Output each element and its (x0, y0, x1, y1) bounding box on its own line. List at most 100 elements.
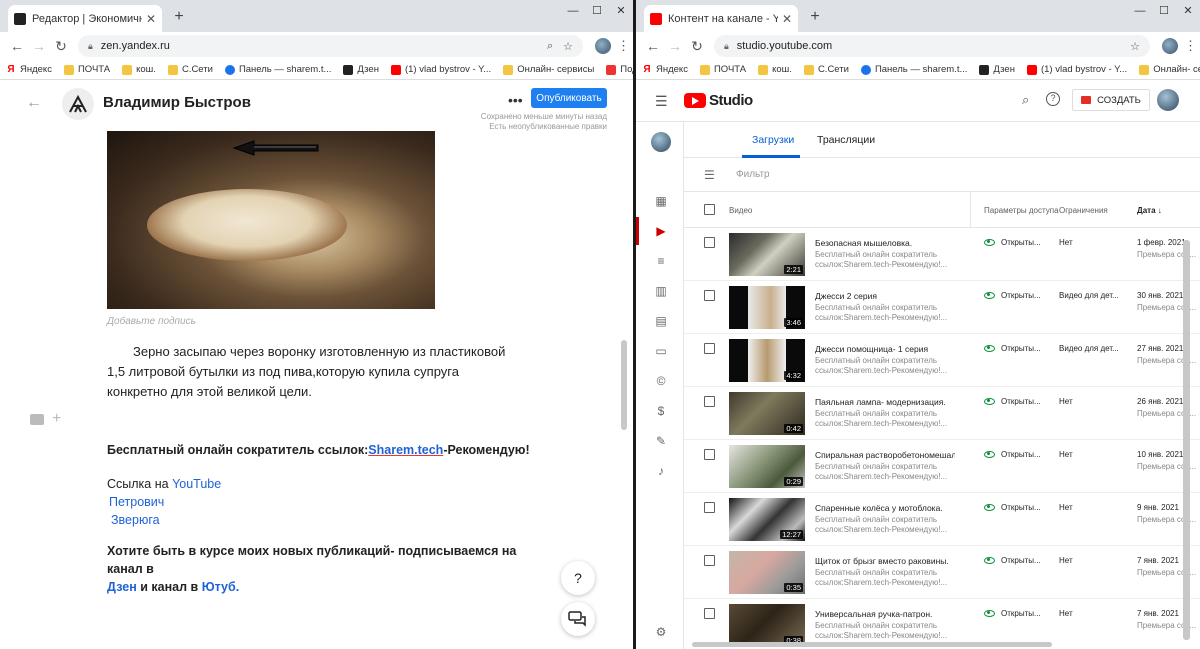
video-thumbnail[interactable]: 4:32 (729, 339, 805, 382)
maximize-icon[interactable]: ☐ (1152, 0, 1176, 22)
editor-back-icon[interactable]: ← (26, 94, 42, 112)
bookmark-sharem[interactable]: Панель — sharem.t... (224, 64, 331, 75)
browser-menu-icon[interactable]: ⋮ (617, 38, 630, 54)
star-icon[interactable]: ☆ (563, 40, 573, 53)
video-thumbnail[interactable]: 2:21 (729, 233, 805, 276)
customization-icon[interactable]: ✎ (654, 434, 668, 448)
new-tab-button[interactable]: + (170, 8, 188, 26)
minimize-icon[interactable]: — (561, 0, 585, 22)
browser-tab-yt-studio[interactable]: Контент на канале - YouTube St ✕ (644, 5, 798, 32)
comments-icon[interactable]: ▤ (654, 314, 668, 328)
forward-icon[interactable]: → (664, 38, 686, 54)
publish-button[interactable]: Опубликовать (531, 88, 607, 108)
address-bar[interactable]: 🔒︎ zen.yandex.ru ⌕ ☆ (78, 35, 583, 57)
bookmark-kosh[interactable]: кош. (758, 64, 792, 75)
monetization-icon[interactable]: $ (654, 404, 668, 418)
browser-tab-zen[interactable]: Редактор | Экономичная корм ✕ (8, 5, 162, 32)
video-thumbnail[interactable]: 3:46 (729, 286, 805, 329)
video-thumbnail[interactable]: 0:42 (729, 392, 805, 435)
article-image[interactable] (107, 131, 435, 309)
bookmark-mail[interactable]: ПОЧТА (699, 64, 746, 75)
bookmark-yandex[interactable]: Я Яндекс (642, 64, 688, 75)
header-access[interactable]: Параметры доступа (984, 206, 1059, 215)
address-bar[interactable]: 🔒︎ studio.youtube.com ☆ (714, 35, 1150, 57)
table-horizontal-scrollbar[interactable] (692, 642, 1052, 647)
bookmark-dzen[interactable]: Дзен (343, 64, 379, 75)
visibility-cell[interactable]: Открыты... (984, 609, 1041, 618)
image-caption-input[interactable]: Добавьте подпись (107, 316, 196, 327)
dashboard-icon[interactable]: ▦ (654, 194, 668, 208)
video-row[interactable]: 0:42 Паяльная лампа- модернизация. Бесплат… (684, 387, 1200, 440)
video-row[interactable]: 4:32 Джесси помощница- 1 серия Бесплатный … (684, 334, 1200, 387)
forward-icon[interactable]: → (28, 38, 50, 54)
visibility-cell[interactable]: Открыты... (984, 238, 1041, 247)
minimize-icon[interactable]: — (1128, 0, 1152, 22)
video-row[interactable]: 0:35 Щиток от брызг вместо раковины. Беспл… (684, 546, 1200, 599)
page-scrollbar[interactable] (621, 340, 627, 430)
reload-icon[interactable]: ↻ (686, 38, 708, 55)
dzen-link[interactable]: Дзен (107, 580, 137, 594)
visibility-cell[interactable]: Открыты... (984, 556, 1041, 565)
row-checkbox[interactable] (704, 502, 715, 513)
tab-uploads[interactable]: Загрузки (752, 134, 794, 146)
video-thumbnail[interactable]: 12:27 (729, 498, 805, 541)
video-title[interactable]: Паяльная лампа- модернизация. (815, 397, 955, 407)
search-icon[interactable]: ⌕ (1022, 92, 1029, 108)
bookmark-mail[interactable]: ПОЧТА (63, 64, 110, 75)
bookmark-kosh[interactable]: кош. (122, 64, 156, 75)
bookmark-online[interactable]: Онлайн- сервисы (1139, 64, 1200, 75)
filter-bar[interactable]: ☰ Фильтр (684, 158, 1200, 192)
visibility-cell[interactable]: Открыты... (984, 397, 1041, 406)
video-title[interactable]: Щиток от брызг вместо раковины. (815, 556, 955, 566)
bookmark-sharem[interactable]: Панель — sharem.t... (860, 64, 967, 75)
article-paragraph[interactable]: Зерно засыпаю через воронку изготовленну… (107, 342, 517, 402)
help-button[interactable]: ? (561, 561, 595, 595)
back-icon[interactable]: ← (6, 38, 28, 54)
maximize-icon[interactable]: ☐ (585, 0, 609, 22)
video-title[interactable]: Спиральная растворобетономешал... (815, 450, 955, 460)
video-title[interactable]: Спаренные колёса у мотоблока. (815, 503, 955, 513)
video-title[interactable]: Универсальная ручка-патрон. (815, 609, 955, 619)
audio-library-icon[interactable]: ♪ (654, 464, 668, 478)
bookmark-seti[interactable]: C.Сети (803, 64, 849, 75)
bookmark-dzen[interactable]: Дзен (979, 64, 1015, 75)
header-date[interactable]: Дата ↓ (1137, 206, 1162, 215)
video-row[interactable]: 3:46 Джесси 2 серия Бесплатный онлайн сокр… (684, 281, 1200, 334)
header-restrictions[interactable]: Ограничения (1059, 206, 1108, 215)
visibility-cell[interactable]: Открыты... (984, 450, 1041, 459)
video-row[interactable]: 12:27 Спаренные колёса у мотоблока. Беспла… (684, 493, 1200, 546)
row-checkbox[interactable] (704, 237, 715, 248)
bookmark-youtube[interactable]: (1) vlad bystrov - Y... (390, 64, 491, 75)
bookmark-youtube[interactable]: (1) vlad bystrov - Y... (1026, 64, 1127, 75)
youtube-link[interactable]: YouTube (172, 477, 221, 491)
more-options-icon[interactable]: ••• (508, 92, 523, 108)
chat-button[interactable] (561, 602, 595, 636)
playlists-icon[interactable]: ≡ (654, 254, 668, 268)
bookmark-yandex[interactable]: Я Яндекс (6, 64, 52, 75)
visibility-cell[interactable]: Открыты... (984, 503, 1041, 512)
new-tab-button[interactable]: + (806, 8, 824, 26)
petrovich-link[interactable]: Петрович (109, 495, 164, 509)
plus-icon[interactable]: + (52, 410, 61, 428)
camera-icon[interactable] (30, 413, 44, 425)
row-checkbox[interactable] (704, 290, 715, 301)
video-row[interactable]: 0:38 Универсальная ручка-патрон. Бесплатны… (684, 599, 1200, 642)
settings-icon[interactable]: ⚙ (654, 625, 668, 639)
account-avatar[interactable] (1157, 89, 1179, 111)
video-row[interactable]: 0:29 Спиральная растворобетономешал... Бес… (684, 440, 1200, 493)
search-icon[interactable]: ⌕ (547, 40, 553, 53)
video-title[interactable]: Джесси 2 серия (815, 291, 955, 301)
yt-channel-link[interactable]: Ютуб. (202, 580, 239, 594)
close-tab-icon[interactable]: ✕ (146, 12, 156, 26)
row-checkbox[interactable] (704, 608, 715, 619)
video-thumbnail[interactable]: 0:38 (729, 604, 805, 642)
browser-menu-icon[interactable]: ⋮ (1184, 38, 1197, 54)
video-thumbnail[interactable]: 0:29 (729, 445, 805, 488)
studio-logo[interactable]: Studio (684, 92, 753, 109)
help-icon[interactable]: ? (1046, 92, 1060, 106)
close-window-icon[interactable]: ✕ (1176, 0, 1200, 22)
video-thumbnail[interactable]: 0:35 (729, 551, 805, 594)
zveryuga-link[interactable]: Зверюга (111, 513, 160, 527)
close-tab-icon[interactable]: ✕ (782, 12, 792, 26)
table-vertical-scrollbar[interactable] (1183, 240, 1190, 640)
